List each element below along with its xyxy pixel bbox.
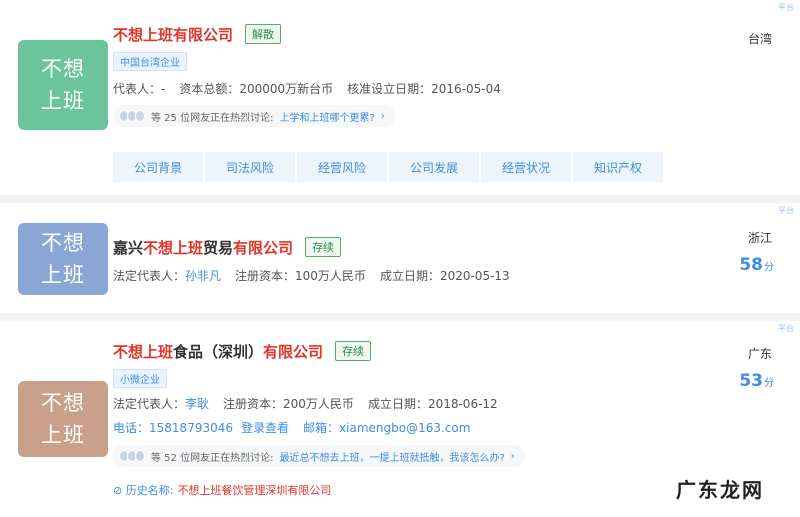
chevron-right-icon: › bbox=[380, 110, 385, 122]
score: 53分 bbox=[739, 371, 774, 391]
tab-operational-risk[interactable]: 经营风险 bbox=[297, 152, 387, 182]
status-badge: 存续 bbox=[305, 237, 342, 257]
tab-company-background[interactable]: 公司背景 bbox=[113, 152, 203, 182]
corner-ribbon: 平台 bbox=[778, 3, 794, 12]
chevron-right-icon: › bbox=[510, 450, 515, 462]
company-title[interactable]: 嘉兴不想上班贸易有限公司 存续 bbox=[113, 237, 342, 258]
status-badge: 存续 bbox=[335, 341, 372, 361]
company-card-1[interactable]: 不想 上班 不想上班有限公司 解散 中国台湾企业 代表人：- 资本总额：200000万… bbox=[0, 0, 800, 195]
score: 58分 bbox=[739, 255, 774, 275]
province-label: 台湾 bbox=[747, 32, 772, 46]
company-logo: 不想 上班 bbox=[18, 381, 108, 457]
legal-rep-link[interactable]: 孙非凡 bbox=[185, 269, 221, 283]
company-title[interactable]: 不想上班食品（深圳）有限公司 存续 bbox=[113, 341, 372, 362]
company-tabs: 公司背景 司法风险 经营风险 公司发展 经营状况 知识产权 bbox=[113, 152, 663, 182]
contact-info: 电话：15818793046 登录查看 邮箱：xiamengbo@163.com bbox=[113, 421, 471, 435]
tab-operating-status[interactable]: 经营状况 bbox=[481, 152, 571, 182]
discussion-bar[interactable]: 等 25 位网友正在热烈讨论: 上学和上班哪个更累? › bbox=[113, 105, 395, 127]
company-info: 代表人：- 资本总额：200000万新台币 核准设立日期：2016-05-04 bbox=[113, 82, 501, 96]
login-view-link[interactable]: 登录查看 bbox=[241, 421, 289, 435]
watermark: 广东龙网 bbox=[676, 478, 764, 502]
avatar bbox=[135, 110, 145, 122]
province-label: 浙江 bbox=[747, 231, 772, 245]
province-label: 广东 bbox=[747, 347, 772, 361]
status-badge: 解散 bbox=[245, 24, 282, 44]
tab-intellectual-property[interactable]: 知识产权 bbox=[573, 152, 663, 182]
company-card-2[interactable]: 不想 上班 嘉兴不想上班贸易有限公司 存续 法定代表人：孙非凡 注册资本：100万人民… bbox=[0, 203, 800, 313]
company-title[interactable]: 不想上班有限公司 解散 bbox=[113, 24, 282, 45]
company-tag: 中国台湾企业 bbox=[113, 52, 187, 71]
company-info: 法定代表人：孙非凡 注册资本：100万人民币 成立日期：2020-05-13 bbox=[113, 269, 510, 283]
tab-judicial-risk[interactable]: 司法风险 bbox=[205, 152, 295, 182]
company-info: 法定代表人：李耿 注册资本：200万人民币 成立日期：2018-06-12 bbox=[113, 397, 498, 411]
avatar bbox=[135, 450, 145, 462]
corner-ribbon: 平台 bbox=[778, 206, 794, 215]
company-logo: 不想 上班 bbox=[18, 40, 108, 130]
company-tag: 小微企业 bbox=[113, 369, 167, 388]
legal-rep-link[interactable]: 李耿 bbox=[185, 397, 209, 411]
company-logo: 不想 上班 bbox=[18, 223, 108, 295]
discussion-bar[interactable]: 等 52 位网友正在热烈讨论: 最近总不想去上班，一提上班就抵触，我该怎么办? … bbox=[113, 445, 525, 467]
history-name: ⊘ 历史名称: 不想上班餐饮管理深圳有限公司 bbox=[113, 484, 332, 497]
tab-company-development[interactable]: 公司发展 bbox=[389, 152, 479, 182]
history-icon: ⊘ bbox=[113, 484, 123, 497]
corner-ribbon: 平台 bbox=[778, 324, 794, 333]
